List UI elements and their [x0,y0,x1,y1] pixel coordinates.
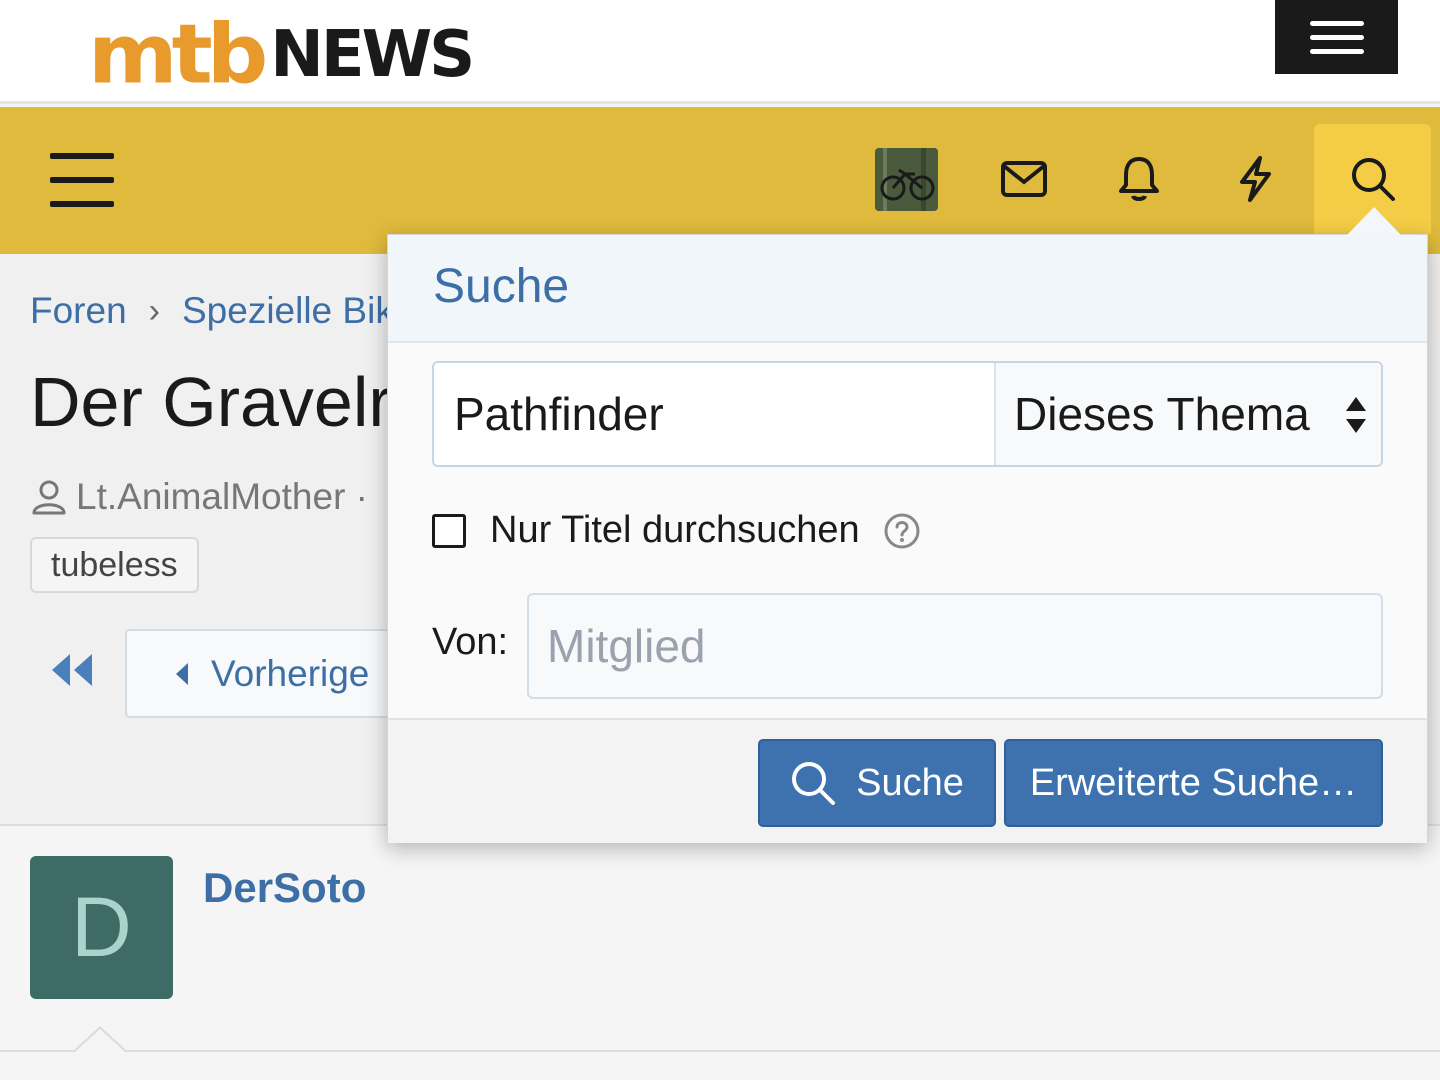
first-page-icon[interactable] [50,652,94,692]
divider [0,1050,1440,1052]
post-pointer-fill [74,1029,126,1053]
thread-meta: Lt.AnimalMother · [30,476,368,518]
title-only-checkbox[interactable] [432,513,466,548]
post: D DerSoto [0,826,1440,1080]
chevron-right-icon: › [148,291,160,330]
main-menu-button[interactable] [1275,0,1398,74]
previous-label: Vorherige [211,652,370,694]
scope-selected-value: Dieses Thema [1014,388,1310,440]
menu-bar [1309,34,1364,40]
breadcrumb-item[interactable]: Foren [30,290,127,332]
previous-page-button[interactable]: Vorherige [125,629,415,718]
breadcrumb-item[interactable]: Spezielle Bik [182,290,394,332]
member-label: Von: [432,621,509,663]
menu-bar [1309,48,1364,54]
search-icon [1351,158,1395,201]
hamburger-line [50,153,114,159]
caret-left-icon [176,662,188,685]
search-row: Dieses Thema [432,361,1383,467]
site-header: mtb NEWS [0,0,1440,104]
envelope-icon[interactable] [992,147,1056,211]
bell-icon[interactable] [1107,147,1171,211]
title-only-label[interactable]: Nur Titel durchsuchen [490,509,860,552]
post-author[interactable]: DerSoto [203,864,366,912]
menu-bar [1309,20,1364,26]
popup-title: Suche [433,260,570,313]
lightning-icon[interactable] [1223,147,1287,211]
bike-photo-icon [875,148,938,211]
forum-nav-bar [0,107,1440,254]
hamburger-line [50,177,114,183]
member-input[interactable] [527,593,1383,699]
page-title: Der Gravelr [30,363,392,441]
avatar[interactable]: D [30,856,173,999]
site-logo[interactable]: mtb NEWS [88,7,475,103]
popup-footer: Suche Erweiterte Suche… [388,718,1427,843]
user-avatar[interactable] [875,148,938,211]
search-scope-select[interactable]: Dieses Thema [994,363,1381,465]
user-icon [32,480,66,515]
advanced-search-label: Erweiterte Suche… [1029,761,1358,804]
search-icon [792,762,836,805]
search-popup: Suche Dieses Thema Nur Titel durchsuchen… [387,234,1428,843]
search-button-label: Suche [856,761,964,804]
breadcrumb: Foren › Spezielle Bik [30,290,394,332]
search-submit-button[interactable]: Suche [758,739,996,827]
search-input[interactable] [434,363,994,465]
popup-header: Suche [388,235,1427,343]
advanced-search-button[interactable]: Erweiterte Suche… [1004,739,1383,827]
tag-badge[interactable]: tubeless [30,537,199,593]
logo-mtb-text: mtb [88,7,268,103]
logo-news-text: NEWS [270,18,475,92]
help-icon[interactable] [884,513,920,549]
thread-author[interactable]: Lt.AnimalMother · [76,476,368,518]
title-only-row: Nur Titel durchsuchen [432,509,920,552]
hamburger-icon[interactable] [50,153,114,207]
hamburger-line [50,201,114,207]
sort-arrows-icon [1346,397,1366,433]
popup-pointer [1347,207,1401,235]
